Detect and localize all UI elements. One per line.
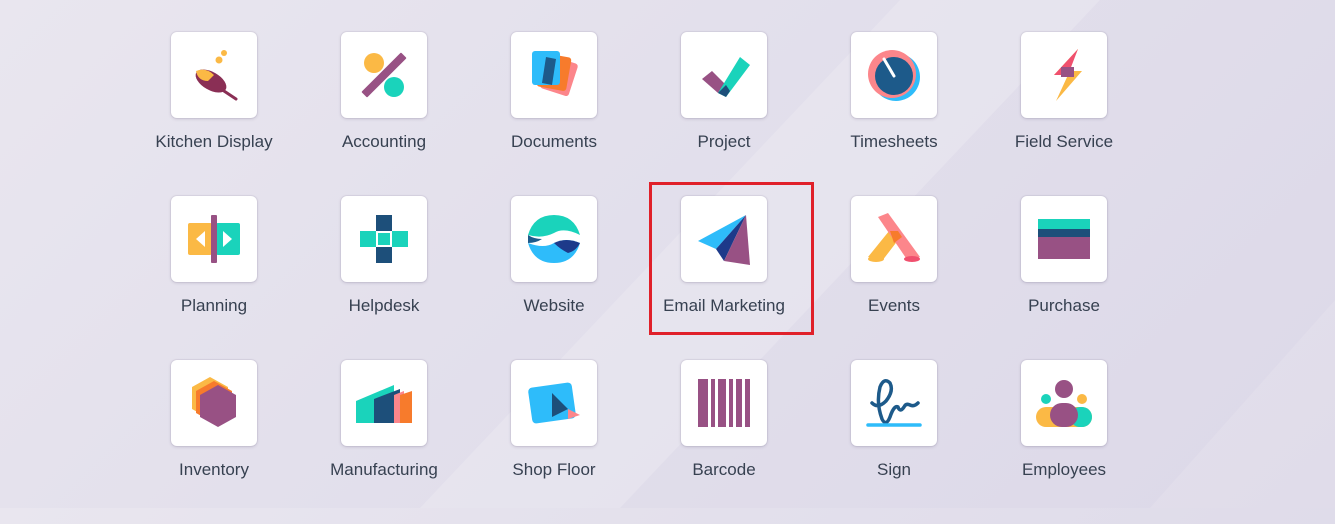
app-tile[interactable] (511, 360, 597, 446)
app-tile[interactable] (511, 32, 597, 118)
purchase-icon (1038, 219, 1090, 259)
app-helpdesk[interactable]: Helpdesk (299, 196, 469, 360)
app-tile[interactable] (681, 196, 767, 282)
app-label: Shop Floor (512, 460, 596, 479)
app-tile[interactable] (851, 360, 937, 446)
app-label: Planning (180, 296, 248, 315)
app-inventory[interactable]: Inventory (129, 360, 299, 524)
app-label: Manufacturing (330, 460, 438, 479)
app-tile[interactable] (681, 360, 767, 446)
app-tile[interactable] (171, 32, 257, 118)
app-email-marketing[interactable]: Email Marketing (639, 196, 809, 360)
website-icon (528, 215, 580, 263)
app-label: Purchase (1028, 296, 1100, 315)
app-planning[interactable]: Planning (129, 196, 299, 360)
app-sign[interactable]: Sign (809, 360, 979, 524)
app-tile[interactable] (341, 196, 427, 282)
app-label: Documents (511, 132, 597, 151)
app-project[interactable]: Project (639, 32, 809, 196)
app-grid: Kitchen Display Accounting Documents Pro… (129, 32, 1239, 524)
field-service-icon (1054, 49, 1082, 101)
app-tile[interactable] (851, 32, 937, 118)
app-barcode[interactable]: Barcode (639, 360, 809, 524)
app-tile[interactable] (171, 360, 257, 446)
app-field-service[interactable]: Field Service (979, 32, 1149, 196)
app-label: Helpdesk (348, 296, 420, 315)
inventory-icon (192, 377, 236, 427)
employees-icon (1036, 380, 1092, 427)
app-label: Project (697, 132, 751, 151)
app-manufacturing[interactable]: Manufacturing (299, 360, 469, 524)
barcode-icon (698, 379, 750, 427)
app-label: Barcode (692, 460, 756, 479)
app-tile[interactable] (1021, 32, 1107, 118)
app-label: Website (523, 296, 585, 315)
documents-icon (532, 51, 578, 97)
app-employees[interactable]: Employees (979, 360, 1149, 524)
manufacturing-icon (356, 385, 412, 423)
app-events[interactable]: Events (809, 196, 979, 360)
app-label: Employees (1021, 460, 1107, 479)
app-tile[interactable] (171, 196, 257, 282)
app-label: Kitchen Display (155, 132, 273, 151)
app-label: Timesheets (850, 132, 938, 151)
app-tile[interactable] (341, 32, 427, 118)
app-tile[interactable] (341, 360, 427, 446)
email-marketing-icon (698, 215, 750, 265)
app-label: Inventory (179, 460, 249, 479)
accounting-icon (361, 52, 407, 98)
app-website[interactable]: Website (469, 196, 639, 360)
timesheets-icon (868, 50, 920, 101)
app-purchase[interactable]: Purchase (979, 196, 1149, 360)
app-label: Email Marketing (663, 296, 785, 315)
app-label: Field Service (1014, 132, 1114, 151)
app-shop-floor[interactable]: Shop Floor (469, 360, 639, 524)
project-icon (702, 57, 750, 97)
app-label: Accounting (341, 132, 427, 151)
app-tile[interactable] (511, 196, 597, 282)
app-tile[interactable] (1021, 196, 1107, 282)
helpdesk-icon (360, 215, 408, 263)
app-documents[interactable]: Documents (469, 32, 639, 196)
app-accounting[interactable]: Accounting (299, 32, 469, 196)
events-icon (868, 213, 920, 262)
app-label: Events (868, 296, 920, 315)
kitchen-display-icon (195, 50, 238, 101)
app-tile[interactable] (851, 196, 937, 282)
planning-icon (188, 215, 240, 263)
app-tile[interactable] (681, 32, 767, 118)
app-label: Sign (876, 460, 912, 479)
app-timesheets[interactable]: Timesheets (809, 32, 979, 196)
app-kitchen-display[interactable]: Kitchen Display (129, 32, 299, 196)
shop-floor-icon (528, 382, 580, 424)
sign-icon (866, 379, 922, 427)
app-tile[interactable] (1021, 360, 1107, 446)
